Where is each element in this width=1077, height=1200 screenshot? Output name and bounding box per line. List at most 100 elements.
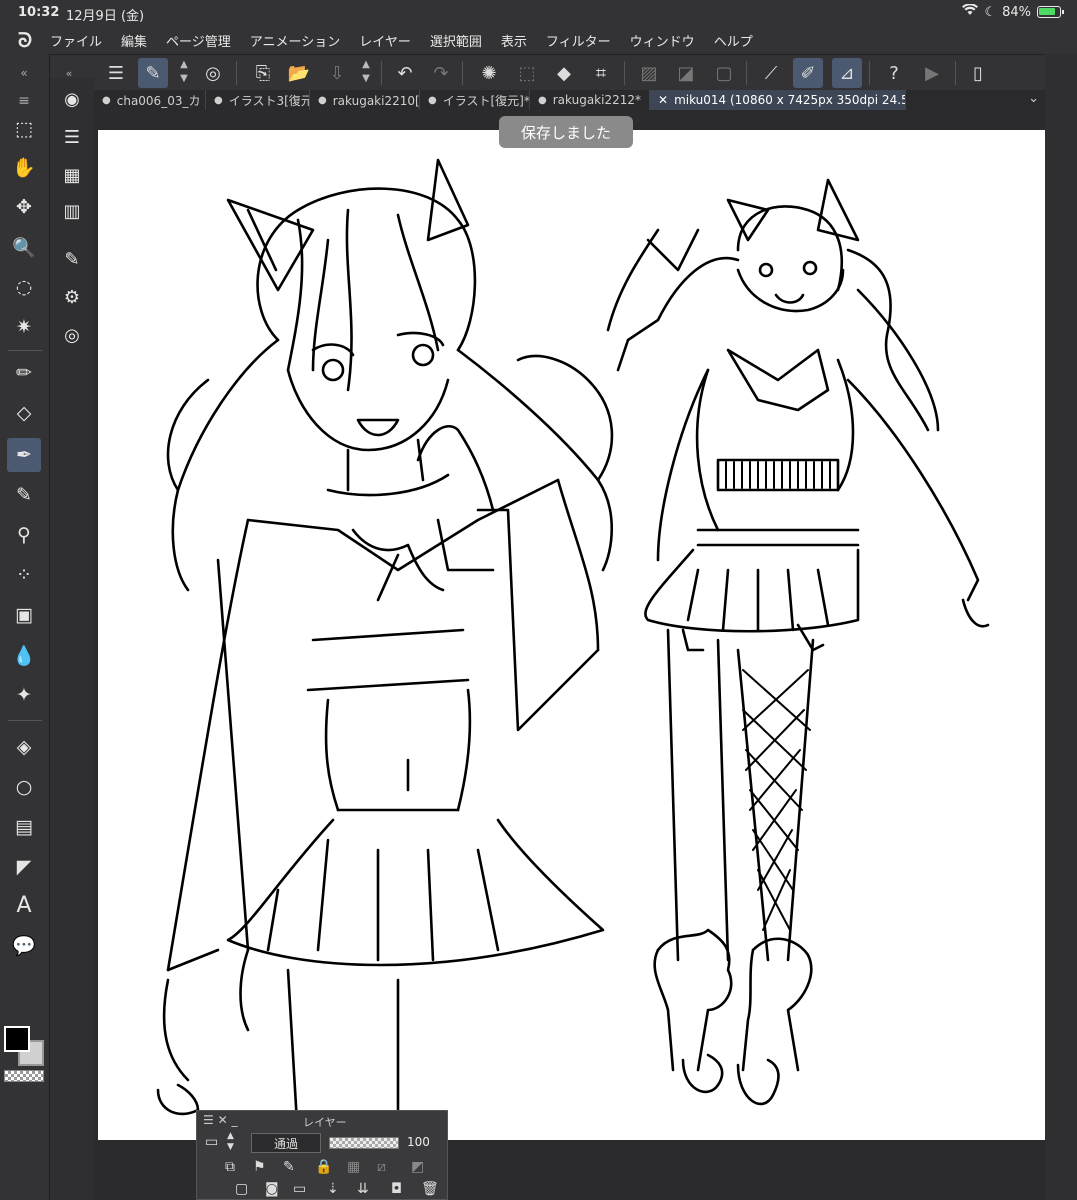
tab-miku014[interactable]: ✕ miku014 (10860 x 7425px 350dpi 24.5%) bbox=[650, 90, 906, 110]
mask-icon[interactable]: ◩ bbox=[411, 1159, 424, 1175]
invert-selection-icon[interactable]: ◪ bbox=[671, 58, 701, 88]
tool-property-icon[interactable]: ⚙ bbox=[56, 282, 88, 312]
transparent-color-chip[interactable] bbox=[4, 1070, 44, 1082]
chevron-updown-icon[interactable]: ▲ ▼ bbox=[227, 1131, 234, 1153]
lock-icon[interactable]: 🔒 bbox=[315, 1159, 332, 1175]
frame-icon[interactable]: ▤ bbox=[7, 810, 41, 844]
menu-edit[interactable]: 編集 bbox=[121, 31, 147, 50]
ruler-snap-icon[interactable]: ⊿ bbox=[832, 58, 862, 88]
pen-tool-active-icon[interactable]: ✒ bbox=[7, 438, 41, 472]
lock-transparent-icon[interactable]: ▦ bbox=[347, 1159, 360, 1175]
reference-layer-icon[interactable]: ⚑ bbox=[253, 1159, 266, 1175]
eraser-icon[interactable]: ◇ bbox=[7, 396, 41, 430]
app-logo-icon[interactable]: ᘐ bbox=[0, 28, 50, 52]
clear-outside-icon[interactable]: ⬚ bbox=[512, 58, 542, 88]
decoration-icon[interactable]: ✦ bbox=[7, 678, 41, 712]
divider bbox=[381, 61, 382, 85]
undo-icon[interactable]: ↶ bbox=[390, 58, 420, 88]
moon-icon: ☾ bbox=[984, 4, 997, 20]
main-color-chip[interactable] bbox=[4, 1026, 30, 1052]
lasso-icon[interactable]: ◌ bbox=[7, 270, 41, 304]
selection-border-icon[interactable]: ▢ bbox=[709, 58, 739, 88]
tab-rakugaki2212[interactable]: ● rakugaki2212* bbox=[530, 90, 650, 110]
layer-panel-icon[interactable]: ◉ bbox=[56, 84, 88, 114]
menu-window[interactable]: ウィンドウ bbox=[630, 31, 695, 50]
new-raster-layer-icon[interactable]: ▢ bbox=[235, 1181, 248, 1197]
animation-cel-icon[interactable]: ▥ bbox=[56, 196, 88, 226]
redo-icon[interactable]: ↷ bbox=[426, 58, 456, 88]
spray-icon[interactable]: ⁘ bbox=[7, 558, 41, 592]
blend-mode-select[interactable]: 通過 bbox=[251, 1133, 321, 1153]
layer-list-icon[interactable]: ☰ bbox=[56, 122, 88, 152]
menu-page-management[interactable]: ページ管理 bbox=[166, 31, 231, 50]
gradient-icon[interactable]: ▣ bbox=[7, 598, 41, 632]
fill-icon[interactable]: ◆ bbox=[549, 58, 579, 88]
hand-icon[interactable]: ✋ bbox=[7, 150, 41, 184]
clip-layer-icon[interactable]: ⧄ bbox=[377, 1159, 386, 1175]
new-folder-icon[interactable]: ▭ bbox=[293, 1181, 306, 1197]
blend-icon[interactable]: 💧 bbox=[7, 638, 41, 672]
chevron-updown-icon[interactable]: ▲ ▼ bbox=[359, 58, 373, 86]
new-vector-layer-icon[interactable]: ◙ bbox=[265, 1181, 279, 1197]
text-icon[interactable]: A bbox=[7, 888, 41, 922]
magic-wand-icon[interactable]: ✷ bbox=[7, 310, 41, 344]
zoom-move-icon[interactable]: ⬚ bbox=[7, 112, 41, 146]
sub-tool-list-icon[interactable]: ✎ bbox=[56, 244, 88, 274]
merge-icon[interactable]: ⇊ bbox=[357, 1181, 369, 1197]
menu-help[interactable]: ヘルプ bbox=[714, 31, 753, 50]
help-icon[interactable]: ? bbox=[879, 58, 909, 88]
spiral-icon[interactable]: ◎ bbox=[198, 58, 228, 88]
clear-icon[interactable]: ✺ bbox=[474, 58, 504, 88]
move-icon[interactable]: ✥ bbox=[7, 190, 41, 224]
tab-rakugaki2210[interactable]: ●rakugaki2210[復 bbox=[310, 90, 420, 110]
pencil-icon[interactable]: ✎ bbox=[7, 478, 41, 512]
brush-snap-icon[interactable]: ✐ bbox=[793, 58, 823, 88]
tab-cha006[interactable]: ● cha006_03_カ bbox=[94, 90, 206, 110]
figure-icon[interactable]: ○ bbox=[7, 770, 41, 804]
tab-illust3[interactable]: ● イラスト3[復元 bbox=[206, 90, 310, 110]
ruler-icon[interactable]: ⟋ bbox=[756, 58, 786, 88]
timeline-icon[interactable]: ▶ bbox=[917, 58, 947, 88]
new-file-icon[interactable]: ⎘ bbox=[248, 58, 278, 88]
menu-file[interactable]: ファイル bbox=[50, 31, 102, 50]
deselect-icon[interactable]: ▨ bbox=[634, 58, 664, 88]
menu-animation[interactable]: アニメーション bbox=[250, 31, 340, 50]
menu-filter[interactable]: フィルター bbox=[546, 31, 611, 50]
copy-layer-icon[interactable]: ⧉ bbox=[225, 1159, 235, 1175]
menu-view[interactable]: 表示 bbox=[501, 31, 527, 50]
canvas-area[interactable]: 保存しました bbox=[94, 110, 1077, 1200]
pen-icon[interactable]: ✏ bbox=[7, 356, 41, 390]
layer-tool-row: ⧉ ⚑ ✎ 🔒 ▦ ⧄ ◩ bbox=[197, 1157, 447, 1181]
menu-layer[interactable]: レイヤー bbox=[359, 31, 411, 50]
transfer-down-icon[interactable]: ⇣ bbox=[327, 1181, 339, 1197]
draft-layer-icon[interactable]: ✎ bbox=[283, 1159, 295, 1175]
palette-controls[interactable]: ☰ ✕ _ bbox=[203, 1113, 237, 1127]
opacity-value[interactable]: 100 bbox=[407, 1135, 430, 1149]
fill-bucket-icon[interactable]: ◈ bbox=[7, 730, 41, 764]
eyedropper-icon[interactable]: ⚲ bbox=[7, 518, 41, 552]
quick-access-icon[interactable]: ✎ bbox=[138, 58, 168, 88]
balloon-icon[interactable]: 💬 bbox=[7, 928, 41, 962]
opacity-slider[interactable] bbox=[329, 1137, 399, 1149]
trash-icon[interactable]: 🗑 bbox=[421, 1181, 439, 1197]
smartphone-icon[interactable]: ▯ bbox=[963, 58, 993, 88]
ruler-tool-icon[interactable]: ◤ bbox=[7, 850, 41, 884]
save-icon[interactable]: ⇩ bbox=[322, 58, 352, 88]
menu-selection[interactable]: 選択範囲 bbox=[430, 31, 482, 50]
tool-palette: « ≡ ⬚ ✋ ✥ 🔍 ◌ ✷ ✏ ◇ ✒ ✎ ⚲ ⁘ ▣ 💧 ✦ ◈ ○ ▤ … bbox=[0, 54, 50, 1200]
divider bbox=[869, 61, 870, 85]
brush-size-icon[interactable]: ◎ bbox=[56, 320, 88, 350]
layer-color-icon[interactable]: ▭ bbox=[205, 1134, 218, 1150]
transform-icon[interactable]: ⌗ bbox=[586, 58, 616, 88]
tab-illust[interactable]: ● イラスト[復元]* bbox=[420, 90, 530, 110]
chevron-down-icon[interactable]: ⌄ bbox=[1028, 91, 1039, 106]
chevron-updown-icon[interactable]: ▲ ▼ bbox=[177, 58, 191, 86]
hamburger-menu-icon[interactable]: ☰ bbox=[101, 58, 131, 88]
drawing-canvas[interactable] bbox=[98, 130, 1045, 1140]
mask-add-icon[interactable]: ◘ bbox=[391, 1181, 402, 1197]
divider bbox=[955, 61, 956, 85]
zoom-icon[interactable]: 🔍 bbox=[7, 230, 41, 264]
close-tab-icon[interactable]: ✕ bbox=[658, 93, 668, 107]
open-folder-icon[interactable]: 📂 bbox=[284, 58, 314, 88]
material-icon[interactable]: ▦ bbox=[56, 160, 88, 190]
